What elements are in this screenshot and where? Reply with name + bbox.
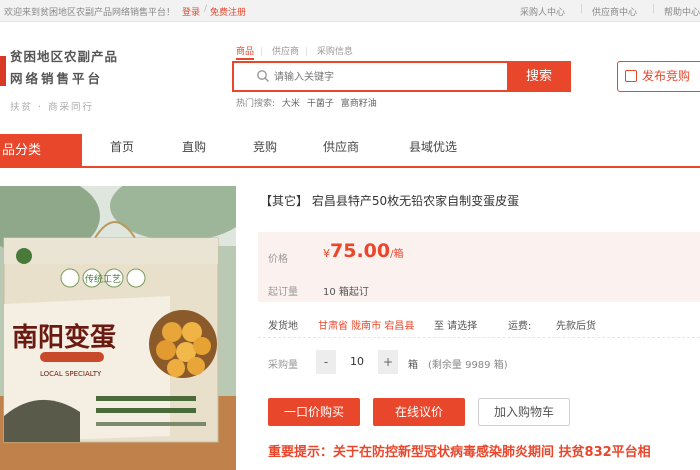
hot-keyword[interactable]: 大米 — [282, 99, 300, 109]
box-subtitle: LOCAL SPECIALTY — [40, 370, 102, 378]
nav-item-bidding[interactable]: 竞购 — [253, 134, 277, 168]
search-type-tabs: 商品 | 供应商 | 采购信息 — [236, 44, 359, 60]
divider: | — [580, 4, 584, 14]
register-link[interactable]: 免费注册 — [210, 5, 246, 18]
help-center-link[interactable]: 帮助中心 — [664, 5, 700, 18]
main-nav: 品分类 首页 直购 竞购 供应商 县域优选 — [0, 134, 700, 168]
product-image[interactable]: 传统工艺 南阳变蛋 LOCAL SPECIALTY — [0, 186, 236, 470]
box-tag-text: 传统工艺 — [85, 273, 121, 285]
product-photo: 传统工艺 南阳变蛋 LOCAL SPECIALTY — [0, 186, 236, 470]
login-link[interactable]: 登录 — [182, 5, 200, 18]
login-separator: / — [204, 4, 208, 14]
logo-slogan: 扶贫 · 商采同行 — [10, 102, 95, 113]
search-tab-purchase-info[interactable]: 采购信息 — [317, 47, 353, 57]
moq-label: 起订量 — [268, 287, 298, 298]
quantity-stepper: - 10 + — [316, 350, 400, 374]
ship-from-label: 发货地 — [268, 321, 298, 332]
welcome-text: 欢迎来到贫困地区农副产品网络销售平台！ — [4, 8, 176, 18]
search-tab-goods[interactable]: 商品 — [236, 47, 255, 60]
freight-label: 运费: — [508, 321, 532, 332]
logo-line-1: 贫困地区农副产品 — [10, 49, 119, 64]
ship-from-location: 甘肃省 陇南市 宕昌县 — [318, 321, 415, 332]
price-value: 75.00 — [330, 240, 391, 262]
quantity-decrease-button[interactable]: - — [316, 350, 336, 374]
hot-keyword[interactable]: 富商籽油 — [341, 99, 377, 109]
publish-bid-label: 发布竞购 — [642, 69, 691, 83]
quantity-input[interactable]: 10 — [336, 350, 378, 374]
price-label: 价格 — [268, 254, 288, 265]
hot-search-label: 热门搜索: — [236, 99, 276, 109]
top-bar: 欢迎来到贫困地区农副产品网络销售平台！ 登录 / 免费注册 采购人中心 | 供应… — [0, 0, 700, 22]
search-input[interactable] — [274, 67, 494, 87]
quantity-increase-button[interactable]: + — [378, 350, 398, 374]
publish-bid-button[interactable]: 发布竞购 — [617, 61, 700, 92]
quantity-label: 采购量 — [268, 360, 298, 371]
hot-keyword[interactable]: 干菌子 — [307, 99, 334, 109]
category-menu[interactable]: 品分类 — [0, 134, 82, 168]
site-logo[interactable]: 贫困地区农副产品 网络销售平台 扶贫 · 商采同行 — [10, 46, 140, 113]
product-title: 【其它】 宕昌县特产50枚无铅农家自制变蛋皮蛋 — [260, 194, 520, 208]
quantity-unit: 箱 — [408, 360, 418, 371]
hot-search: 热门搜索: 大米 干菌子 富商籽油 — [236, 96, 377, 109]
search-bar: 搜索 — [232, 61, 571, 92]
add-to-cart-button[interactable]: 加入购物车 — [478, 398, 570, 426]
freight-value: 先款后货 — [556, 321, 596, 332]
price-unit: /箱 — [390, 249, 404, 260]
logo-emblem — [0, 56, 6, 86]
search-button[interactable]: 搜索 — [507, 61, 571, 92]
supplier-center-link[interactable]: 供应商中心 — [592, 5, 637, 18]
product-price: ¥75.00/箱 — [323, 240, 403, 262]
price-currency: ¥ — [323, 247, 330, 260]
divider: | — [652, 4, 656, 14]
stock-remaining: (剩余量 9989 箱) — [428, 360, 508, 371]
search-tab-supplier[interactable]: 供应商 — [272, 47, 299, 57]
nav-item-suppliers[interactable]: 供应商 — [323, 134, 359, 168]
moq-value: 10 箱起订 — [323, 287, 369, 298]
edit-icon — [625, 70, 637, 82]
search-icon — [257, 70, 269, 82]
nav-item-home[interactable]: 首页 — [110, 134, 134, 168]
nav-item-direct-buy[interactable]: 直购 — [182, 134, 206, 168]
nav-item-county-selection[interactable]: 县域优选 — [409, 134, 457, 168]
online-negotiate-button[interactable]: 在线议价 — [373, 398, 465, 426]
buyer-center-link[interactable]: 采购人中心 — [520, 5, 565, 18]
box-brand-text: 南阳变蛋 — [12, 322, 116, 353]
buy-now-button[interactable]: 一口价购买 — [268, 398, 360, 426]
ship-to-select[interactable]: 至 请选择 — [434, 317, 477, 332]
important-notice[interactable]: 重要提示：关于在防控新型冠状病毒感染肺炎期间 扶贫832平台相 — [268, 441, 651, 460]
logo-line-2: 网络销售平台 — [10, 71, 104, 86]
